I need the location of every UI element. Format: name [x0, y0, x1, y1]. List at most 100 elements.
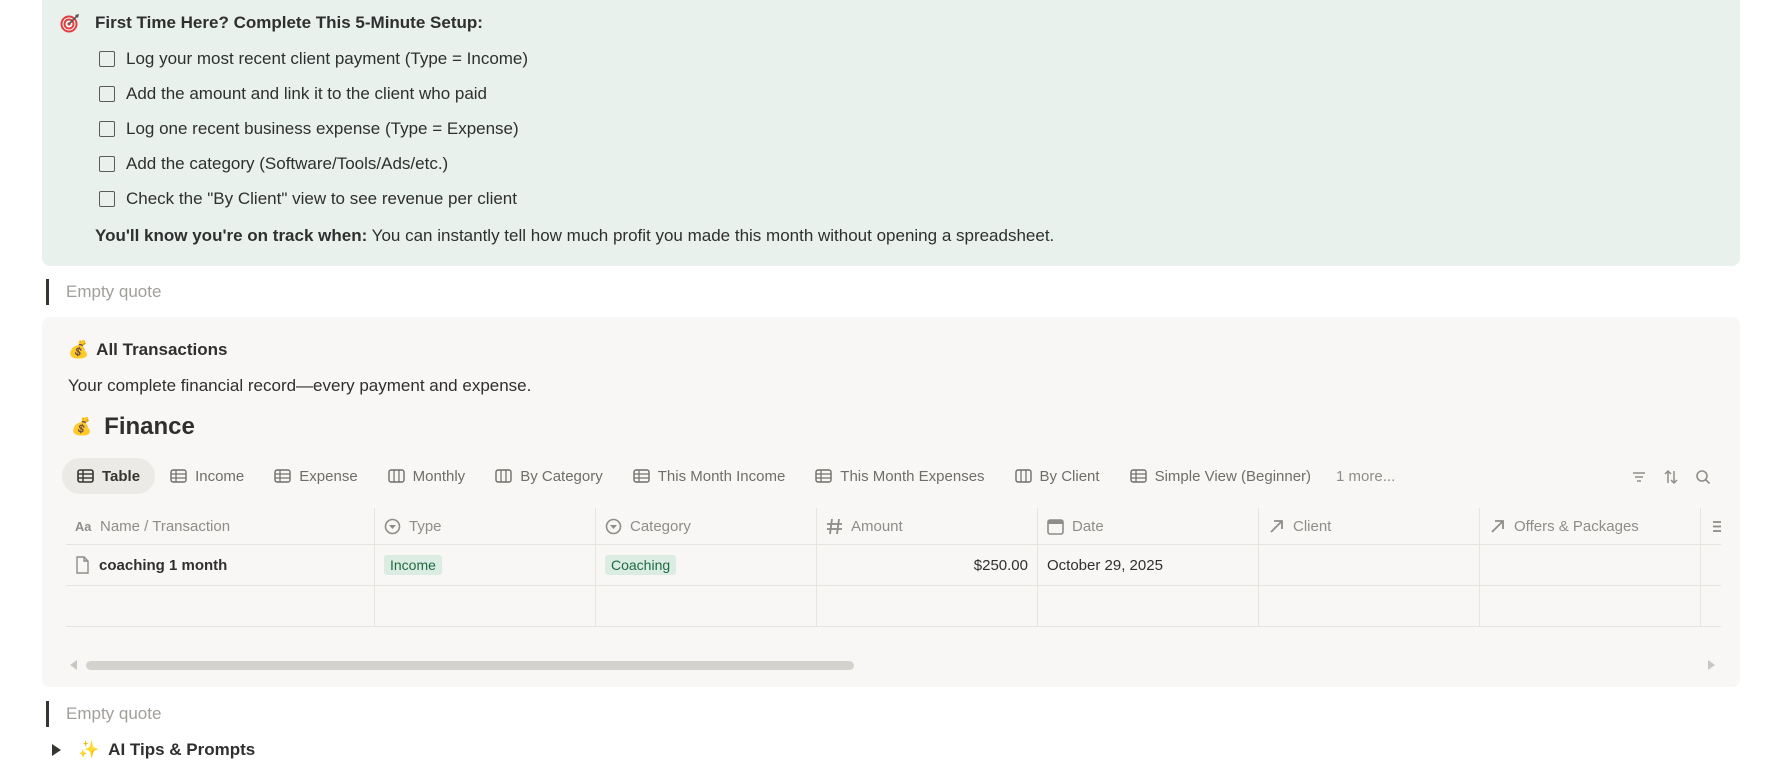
- toggle-arrow-icon[interactable]: [52, 744, 61, 756]
- column-header-date[interactable]: Date: [1038, 508, 1259, 544]
- quote-placeholder: Empty quote: [66, 282, 162, 301]
- cell-amount[interactable]: $250.00: [817, 545, 1038, 585]
- cell-empty[interactable]: [1038, 586, 1259, 626]
- more-views-button[interactable]: 1 more...: [1326, 468, 1405, 485]
- table-row-empty[interactable]: [66, 586, 1721, 627]
- tab-simple-view[interactable]: Simple View (Beginner): [1115, 458, 1326, 494]
- text-icon: Aa: [75, 519, 92, 534]
- cell-type[interactable]: Income: [375, 545, 596, 585]
- cell-empty[interactable]: [375, 586, 596, 626]
- tab-income[interactable]: Income: [155, 458, 259, 494]
- table-icon: [1129, 469, 1147, 483]
- database-title[interactable]: 💰 Finance: [71, 413, 195, 441]
- quote-bar: [46, 279, 49, 305]
- todo-checkbox[interactable]: [99, 86, 115, 102]
- money-bag-icon: 💰: [68, 340, 90, 359]
- column-header-type[interactable]: Type: [375, 508, 596, 544]
- tab-label: Expense: [299, 467, 358, 485]
- cell-empty[interactable]: [66, 586, 375, 626]
- cell-empty[interactable]: [1259, 586, 1480, 626]
- empty-quote[interactable]: Empty quote: [46, 701, 161, 727]
- tab-label: Monthly: [412, 467, 466, 485]
- view-toolbar: [1630, 468, 1712, 486]
- transactions-heading: 💰 All Transactions: [68, 340, 228, 360]
- column-label: Amount: [851, 517, 903, 535]
- cell-empty[interactable]: [817, 586, 1038, 626]
- table-row[interactable]: coaching 1 month Income Coaching $250.00…: [66, 545, 1721, 586]
- cell-empty[interactable]: [596, 586, 817, 626]
- setup-title: First Time Here? Complete This 5-Minute …: [95, 13, 483, 32]
- table-icon: [170, 469, 187, 483]
- cell-empty[interactable]: [1480, 586, 1701, 626]
- column-label: Type: [409, 517, 442, 535]
- cell-category[interactable]: Coaching: [596, 545, 817, 585]
- column-header-name[interactable]: Aa Name / Transaction: [66, 508, 375, 544]
- horizontal-scrollbar[interactable]: [86, 661, 854, 670]
- cell-offers[interactable]: [1480, 545, 1701, 585]
- finance-table: Aa Name / Transaction Type Category Amou…: [66, 508, 1721, 627]
- column-header-offers[interactable]: Offers & Packages: [1480, 508, 1701, 544]
- transactions-title: All Transactions: [96, 340, 228, 359]
- tab-this-month-expenses[interactable]: This Month Expenses: [800, 458, 999, 494]
- ai-tips-toggle[interactable]: ✨ AI Tips & Prompts: [52, 740, 255, 760]
- column-label: Name / Transaction: [100, 517, 231, 535]
- column-header-more[interactable]: [1701, 508, 1721, 544]
- todo-checkbox[interactable]: [99, 191, 115, 207]
- cell-name[interactable]: coaching 1 month: [66, 545, 375, 585]
- column-header-amount[interactable]: Amount: [817, 508, 1038, 544]
- tab-label: Table: [102, 467, 141, 485]
- scroll-left-arrow[interactable]: [70, 660, 77, 670]
- tab-label: By Client: [1039, 467, 1100, 485]
- column-label: Client: [1293, 517, 1332, 535]
- svg-text:Aa: Aa: [75, 519, 92, 534]
- table-header-row: Aa Name / Transaction Type Category Amou…: [66, 508, 1721, 545]
- calendar-icon: [1047, 518, 1064, 535]
- sort-icon[interactable]: [1662, 468, 1680, 486]
- tab-this-month-income[interactable]: This Month Income: [618, 458, 801, 494]
- quote-placeholder: Empty quote: [66, 704, 162, 723]
- ontrack-text: You can instantly tell how much profit y…: [367, 226, 1055, 245]
- database-title-text[interactable]: Finance: [104, 413, 195, 441]
- todo-item[interactable]: Log your most recent client payment (Typ…: [99, 45, 528, 73]
- table-icon: [274, 469, 291, 483]
- cell-date[interactable]: October 29, 2025: [1038, 545, 1259, 585]
- toggle-label: AI Tips & Prompts: [108, 740, 256, 759]
- filter-icon[interactable]: [1630, 468, 1648, 486]
- column-label: Date: [1072, 517, 1104, 535]
- tab-table[interactable]: Table: [62, 458, 156, 494]
- empty-quote[interactable]: Empty quote: [46, 279, 161, 305]
- sparkle-icon: ✨: [78, 740, 100, 759]
- board-icon: [495, 469, 512, 483]
- todo-item[interactable]: Log one recent business expense (Type = …: [99, 115, 519, 143]
- todo-checkbox[interactable]: [99, 156, 115, 172]
- cell-client[interactable]: [1259, 545, 1480, 585]
- tab-expense[interactable]: Expense: [259, 458, 372, 494]
- todo-text: Log your most recent client payment (Typ…: [126, 49, 529, 68]
- board-icon: [387, 469, 405, 483]
- select-icon: [605, 518, 622, 534]
- page-icon: [76, 556, 89, 574]
- todo-checkbox[interactable]: [99, 51, 115, 67]
- relation-icon: [1270, 519, 1283, 533]
- row-name: coaching 1 month: [99, 556, 228, 574]
- tab-monthly[interactable]: Monthly: [373, 458, 481, 494]
- relation-icon: [1491, 519, 1504, 533]
- scroll-right-arrow[interactable]: [1708, 660, 1715, 670]
- column-label: Category: [630, 517, 691, 535]
- column-header-client[interactable]: Client: [1259, 508, 1480, 544]
- transactions-description: Your complete financial record—every pay…: [68, 376, 532, 395]
- tab-by-category[interactable]: By Category: [480, 458, 618, 494]
- todo-checkbox[interactable]: [99, 121, 115, 137]
- todo-item[interactable]: Add the amount and link it to the client…: [99, 80, 487, 108]
- todo-text: Log one recent business expense (Type = …: [126, 119, 519, 138]
- tab-label: Simple View (Beginner): [1154, 467, 1312, 485]
- transactions-callout: [42, 317, 1740, 687]
- tab-label: This Month Income: [657, 467, 786, 485]
- column-header-category[interactable]: Category: [596, 508, 817, 544]
- todo-item[interactable]: Check the "By Client" view to see revenu…: [99, 185, 517, 213]
- table-icon: [815, 469, 832, 483]
- todo-text: Check the "By Client" view to see revenu…: [126, 189, 517, 208]
- todo-item[interactable]: Add the category (Software/Tools/Ads/etc…: [99, 150, 448, 178]
- tab-by-client[interactable]: By Client: [1000, 458, 1115, 494]
- search-icon[interactable]: [1694, 468, 1712, 486]
